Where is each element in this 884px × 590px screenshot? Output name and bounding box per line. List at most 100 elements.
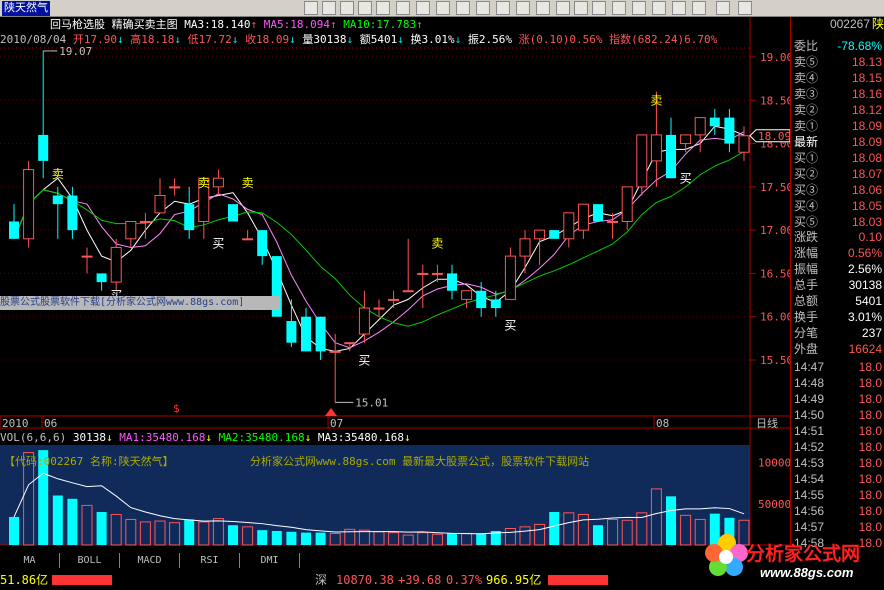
- vol-indicator[interactable]: VOL(6,6,6): [0, 431, 66, 444]
- candle-body-up: [461, 290, 473, 300]
- sell-signal: 卖: [242, 176, 254, 190]
- candle-body-up: [577, 203, 589, 231]
- volume-bar-down: [666, 496, 676, 545]
- volume-bar-up: [358, 529, 370, 546]
- right-bar-chart: [548, 575, 608, 585]
- vol-banner-site: 分析家公式网www.88gs.com 最新最大股票公式，股票软件下载网站: [250, 455, 590, 468]
- price-tick-label: 19.00: [760, 51, 790, 64]
- ma10-label: MA10:17.783: [343, 18, 417, 31]
- indicator-desc: 精确买卖主图: [111, 18, 178, 31]
- outer-disk-row: 外盘 16624: [794, 342, 884, 357]
- candle-body-down: [724, 117, 735, 144]
- tick-row: 14:47 18.0: [794, 360, 882, 374]
- kline-chart[interactable]: 19.0018.5018.0017.5017.0016.5016.0015.50…: [0, 0, 790, 553]
- volume-bar-up: [169, 522, 181, 546]
- volume-bar-down: [52, 495, 63, 545]
- candle-body-up: [417, 272, 429, 275]
- candle-body-down: [315, 316, 326, 352]
- quote-date: 2010/08/04: [0, 33, 67, 46]
- logo-text: 分析家公式网: [746, 544, 861, 565]
- tab-macd[interactable]: MACD: [120, 553, 180, 568]
- min-price-label: 15.01: [355, 396, 388, 409]
- price-tick-label: 18.50: [760, 94, 790, 107]
- candle-body-up: [694, 117, 706, 136]
- date-label: 08: [656, 417, 669, 430]
- volume-bar-up: [110, 513, 122, 546]
- vol-tick-label: 50000: [758, 498, 790, 511]
- stock-code-short: 陕: [871, 17, 884, 31]
- volume-bar-up: [125, 518, 137, 546]
- tick-row: 14:56 18.0: [794, 504, 882, 518]
- site-logo: 分析家公式网 www.88gs.com: [700, 525, 884, 585]
- buy-signal: 买: [212, 236, 224, 250]
- quote-turnover: 换3.01%: [410, 33, 455, 46]
- candle-body-up: [212, 177, 224, 188]
- tick-row: 14:49 18.0: [794, 392, 882, 406]
- bid-row: 买② 18.07: [794, 167, 882, 181]
- candle-body-up: [519, 238, 531, 257]
- candle-body-up: [738, 135, 750, 153]
- quote-change: 涨(0.10)0.56%: [518, 33, 603, 46]
- candle-body-down: [228, 204, 238, 222]
- candle-body-down: [96, 273, 107, 283]
- candle-body-up: [373, 307, 385, 310]
- quote-close: 收18.09: [244, 33, 290, 46]
- volume-bar-up: [607, 518, 619, 546]
- volume-bar-up: [402, 534, 414, 546]
- volume-bar-up: [650, 488, 662, 546]
- price-marker-label: 18.09: [758, 130, 790, 143]
- quote-low: 低17.72: [187, 33, 232, 46]
- volume-bar-up: [519, 526, 531, 546]
- candle-body-down: [593, 204, 603, 222]
- price-tick-label: 16.00: [760, 311, 790, 324]
- quote-info-bar: 2010/08/04 开17.90↓ 高18.18↓ 低17.72↓ 收18.0…: [0, 33, 718, 46]
- volume-bar-up: [577, 513, 589, 546]
- left-amount: 51.86亿: [0, 573, 49, 587]
- volume-bar-down: [67, 498, 78, 545]
- tab-ma[interactable]: MA: [0, 553, 60, 568]
- candle-body-up: [680, 134, 692, 145]
- stat-row: 总手 30138: [794, 278, 882, 292]
- quote-amplitude: 振2.56%: [467, 33, 512, 46]
- candle-body-up: [621, 186, 633, 222]
- date-label: 06: [44, 417, 57, 430]
- volume-bar-up: [431, 533, 443, 546]
- tab-rsi[interactable]: RSI: [180, 553, 240, 568]
- volume-bar-up: [373, 531, 385, 546]
- bid-row: 买④ 18.05: [794, 199, 882, 213]
- volume-bar-up: [388, 532, 400, 546]
- volume-bar-down: [9, 516, 19, 545]
- ask-row: 卖④ 18.15: [794, 71, 882, 85]
- ask-row: 卖③ 18.16: [794, 87, 882, 101]
- tab-boll[interactable]: BOLL: [60, 553, 120, 568]
- candle-body-up: [81, 255, 93, 258]
- date-label: 2010: [2, 417, 29, 430]
- volume-bar-up: [461, 532, 473, 546]
- stat-row: 涨跌 0.10: [794, 230, 882, 244]
- date-label: 07: [330, 417, 343, 430]
- flower-icon: [705, 534, 748, 576]
- candle-body-up: [388, 298, 400, 301]
- volume-bar-up: [563, 512, 575, 546]
- market-label: 深: [315, 573, 328, 587]
- candle-body-up: [650, 134, 662, 162]
- stat-row: 振幅 2.56%: [794, 262, 882, 276]
- volume-bar-down: [184, 519, 195, 545]
- tick-row: 14:52 18.0: [794, 440, 882, 454]
- quote-volume: 量30138: [302, 33, 347, 46]
- sell-signal: 卖: [650, 94, 662, 108]
- ask-row: 卖⑤ 18.13: [794, 55, 882, 69]
- candle-body-down: [38, 134, 49, 161]
- left-bar-chart: [52, 575, 112, 585]
- vol-banner-code: 【代码:002267 名称:陕天然气】: [4, 455, 174, 468]
- volume-bar-down: [228, 525, 238, 545]
- volume-bar-up: [329, 532, 341, 546]
- volume-bar-down: [301, 532, 311, 545]
- candle-body-up: [139, 220, 151, 223]
- candle-body-down: [666, 134, 676, 179]
- tab-dmi[interactable]: DMI: [240, 553, 300, 568]
- volume-bar-up: [81, 504, 93, 546]
- indicator-name[interactable]: 回马枪选股: [50, 18, 105, 31]
- price-tick-label: 15.50: [760, 354, 790, 367]
- price-tick-label: 17.00: [760, 224, 790, 237]
